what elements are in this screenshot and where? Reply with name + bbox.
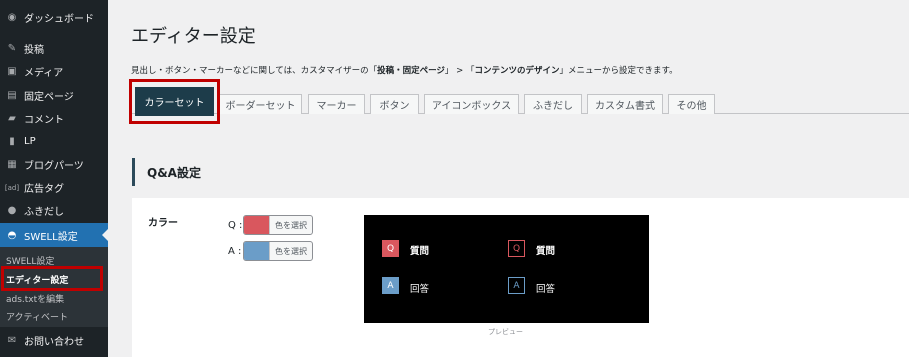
desc-text-3: 」メニューから設定できます。 [559,66,678,76]
desc-text-2: 」 > 「 [444,66,475,76]
page-icon: ▤ [7,90,17,101]
media-icon: ▣ [7,66,17,77]
desc-text-1: 見出し・ボタン・マーカーなどに関しては、カスタマイザーの「 [131,66,378,76]
menu-dashboard[interactable]: ◉ ダッシュボード [0,6,108,29]
desc-link-content-design: コンテンツのデザイン [474,66,560,76]
qa-preview: Q 質問 Q 質問 A 回答 A 回答 [364,215,649,323]
submenu-swell-settings[interactable]: SWELL設定 [6,254,54,267]
section-qa-settings: Q&A設定 [132,158,909,186]
preview-question-text: 質問 [410,246,430,257]
color-label: カラー [148,218,178,229]
pin-icon: ✎ [7,43,17,54]
menu-label: メディア [24,68,64,79]
menu-blog-parts[interactable]: ▦ ブログパーツ [0,153,108,176]
tab-marker[interactable]: マーカー [308,94,365,114]
a-color-picker[interactable]: 色を選択 [243,241,313,261]
menu-label: ブログパーツ [24,161,84,172]
submenu-activate[interactable]: アクティベート [6,310,68,323]
menu-label: お問い合わせ [24,337,84,348]
q-color-select-button[interactable]: 色を選択 [269,216,312,234]
menu-label: ダッシュボード [24,14,94,25]
mail-icon: ✉ [7,335,17,346]
desc-link-post-page: 投稿・固定ページ [377,66,445,76]
menu-label: 投稿 [24,45,44,56]
submenu-editor-settings[interactable]: エディター設定 [6,273,68,286]
admin-sidebar: ◉ ダッシュボード ✎ 投稿 ▣ メディア ▤ 固定ページ ▰ コメント ▮ L… [0,0,108,357]
a-color-row: A : 色を選択 [228,241,313,261]
menu-label: SWELL設定 [24,231,78,243]
q-color-swatch[interactable] [244,216,269,234]
swell-submenu: SWELL設定 エディター設定 ads.txtを編集 アクティベート [0,247,108,327]
menu-lp[interactable]: ▮ LP [0,130,108,153]
ad-icon: [ad] [4,183,20,192]
preview-q-filled: Q [382,240,399,257]
menu-label: LP [24,136,36,147]
comment-icon: ▰ [8,113,16,124]
menu-swell-settings[interactable]: ◓ SWELL設定 [0,223,108,247]
dashboard-icon: ◉ [7,12,17,23]
blocks-icon: ▦ [7,159,17,170]
submenu-ads-txt[interactable]: ads.txtを編集 [6,292,64,305]
menu-label: コメント [24,115,64,126]
tab-custom-format[interactable]: カスタム書式 [587,94,663,114]
tab-color-set[interactable]: カラーセット [135,87,214,116]
preview-answer-text: 回答 [410,284,430,295]
tab-icon-box[interactable]: アイコンボックス [424,94,519,114]
preview-q-outline: Q [508,240,525,257]
menu-label: 固定ページ [24,92,74,103]
tab-other[interactable]: その他 [668,94,715,114]
menu-comments[interactable]: ▰ コメント [0,107,108,130]
page-description: 見出し・ボタン・マーカーなどに関しては、カスタマイザーの「投稿・固定ページ」 >… [131,64,678,76]
menu-label: ふきだし [24,207,64,218]
a-label: A : [228,245,242,257]
tab-balloon[interactable]: ふきだし [524,94,582,114]
menu-media[interactable]: ▣ メディア [0,60,108,83]
document-icon: ▮ [9,136,15,147]
a-color-swatch[interactable] [244,242,269,260]
preview-answer-text-2: 回答 [536,284,556,295]
preview-a-outline: A [508,277,525,294]
swell-icon: ◓ [7,229,17,241]
page-title: エディター設定 [131,26,256,47]
preview-question-text-2: 質問 [536,246,556,257]
q-color-row: Q : 色を選択 [228,215,313,235]
q-label: Q : [228,219,243,231]
menu-pages[interactable]: ▤ 固定ページ [0,84,108,107]
a-color-select-button[interactable]: 色を選択 [269,242,312,260]
menu-posts[interactable]: ✎ 投稿 [0,37,108,60]
speech-bubble-icon: ● [7,205,17,216]
q-color-picker[interactable]: 色を選択 [243,215,313,235]
menu-balloon[interactable]: ● ふきだし [0,199,108,222]
tab-button[interactable]: ボタン [370,94,419,114]
preview-a-filled: A [382,277,399,294]
preview-caption: プレビュー [488,328,523,336]
menu-contact[interactable]: ✉ お問い合わせ [0,329,108,352]
menu-label: 広告タグ [24,184,64,195]
menu-ad-tag[interactable]: [ad] 広告タグ [0,176,108,199]
tab-border-set[interactable]: ボーダーセット [219,94,302,114]
